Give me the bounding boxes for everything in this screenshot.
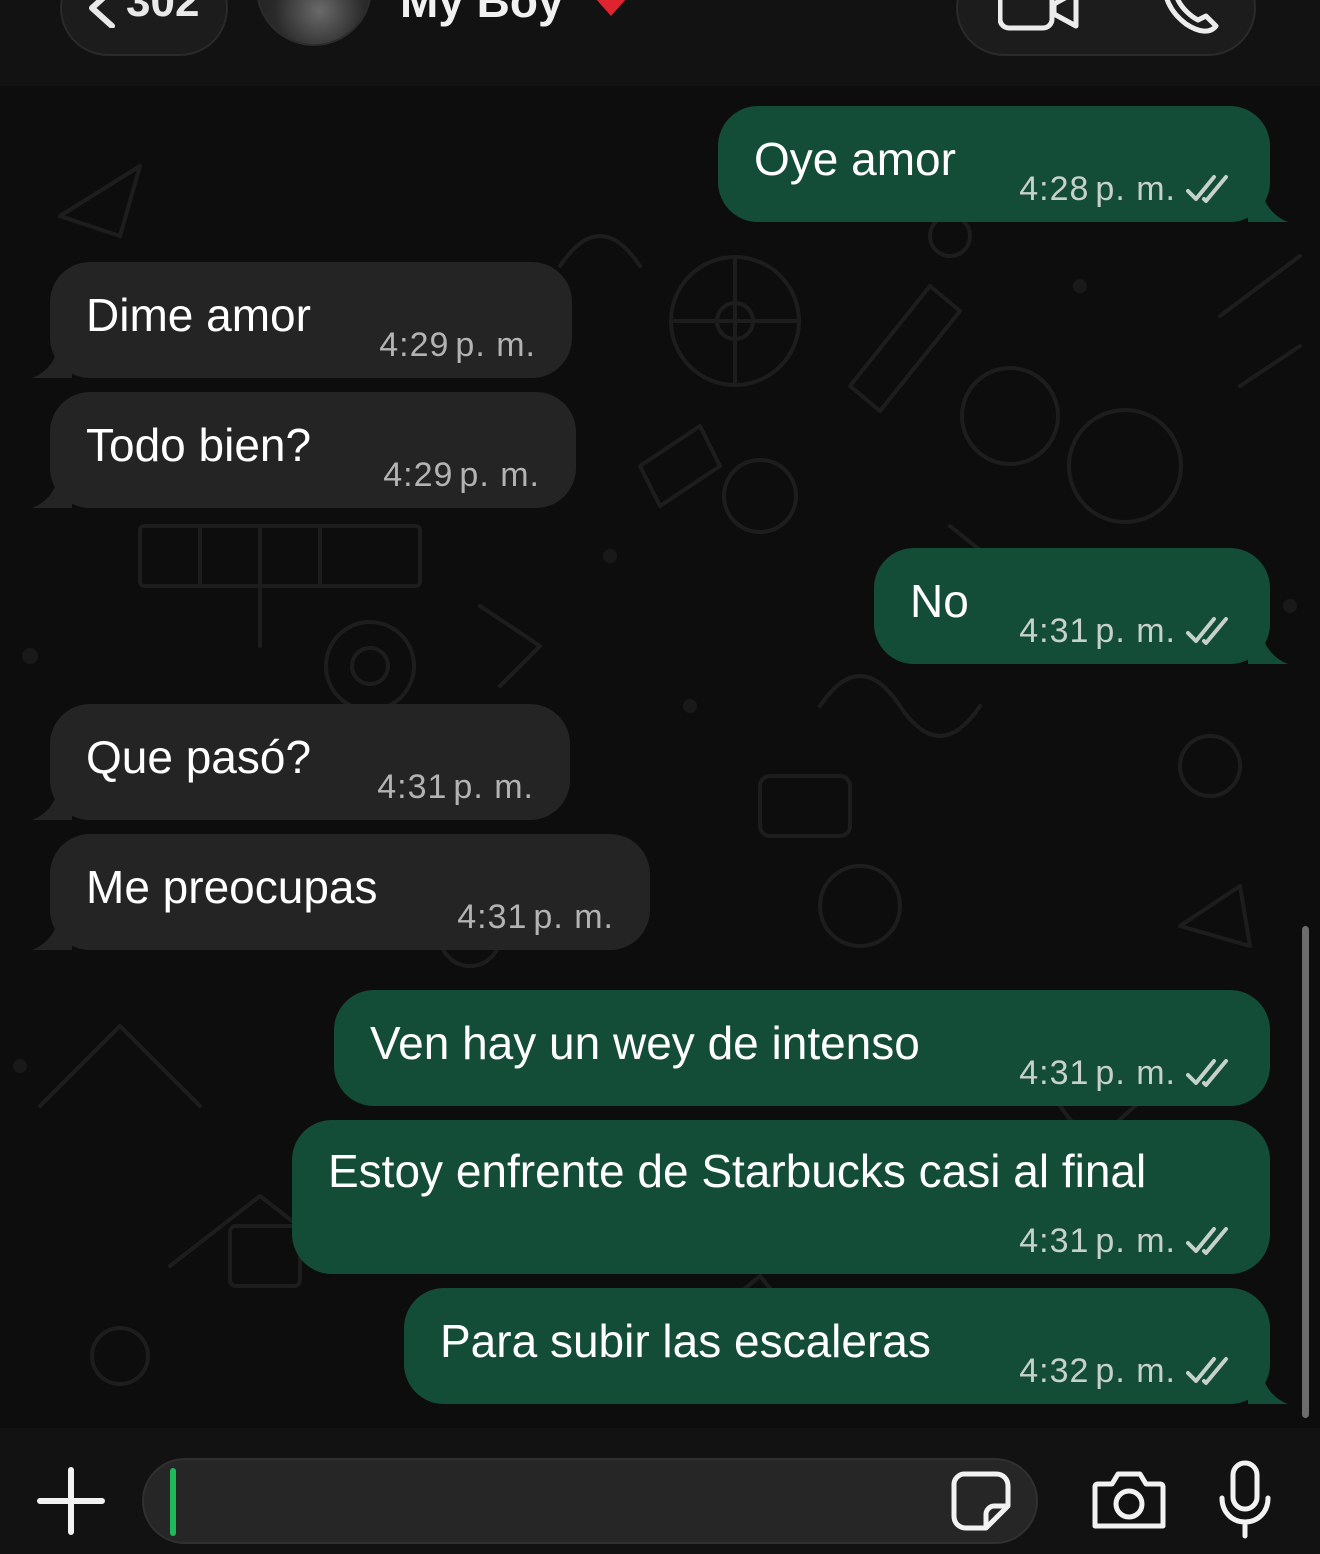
message-outgoing[interactable]: Ven hay un wey de intenso 4:31 p. m. [334, 990, 1270, 1106]
camera-icon[interactable] [1092, 1468, 1166, 1532]
message-text: Me preocupas [86, 861, 378, 913]
message-meta: 4:31 p. m. [377, 770, 534, 804]
message-time: 4:29 [383, 456, 454, 494]
chevron-left-icon [89, 0, 115, 28]
message-ampm: p. m. [1095, 1054, 1176, 1092]
message-ampm: p. m. [533, 898, 614, 936]
avatar[interactable] [256, 0, 372, 46]
message-text: Dime amor [86, 289, 311, 341]
text-caret [170, 1468, 176, 1536]
bubble-tail [1248, 1364, 1288, 1404]
message-text: No [910, 575, 969, 627]
composer-bar [0, 1428, 1320, 1554]
bubble-tail [1248, 182, 1288, 222]
message-time: 4:31 [1019, 612, 1090, 650]
message-time: 4:28 [1019, 170, 1090, 208]
message-ampm: p. m. [459, 456, 540, 494]
message-outgoing[interactable]: Oye amor 4:28 p. m. [718, 106, 1288, 222]
message-time: 4:31 [1019, 1222, 1090, 1260]
bubble-tail [32, 468, 72, 508]
message-meta: 4:31 p. m. [1019, 614, 1234, 648]
message-outgoing[interactable]: No 4:31 p. m. [874, 548, 1288, 664]
scrollbar[interactable] [1302, 926, 1309, 1418]
message-incoming[interactable]: Que pasó? 4:31 p. m. [32, 704, 570, 820]
double-check-icon [1186, 1059, 1228, 1087]
message-meta: 4:31 p. m. [457, 900, 614, 934]
sticker-icon[interactable] [950, 1470, 1012, 1532]
video-call-icon[interactable] [998, 0, 1080, 32]
message-ampm: p. m. [1095, 1222, 1176, 1260]
bubble-tail [32, 910, 72, 950]
unread-count: 302 [126, 0, 200, 26]
message-time: 4:31 [1019, 1054, 1090, 1092]
message-ampm: p. m. [1095, 1352, 1176, 1390]
message-time: 4:31 [377, 768, 448, 806]
double-check-icon [1186, 1357, 1228, 1385]
message-incoming[interactable]: Dime amor 4:29 p. m. [32, 262, 572, 378]
contact-name[interactable]: My Boy [400, 0, 564, 24]
message-meta: 4:31 p. m. [1019, 1056, 1234, 1090]
bubble-tail [32, 780, 72, 820]
call-actions [956, 0, 1256, 56]
back-button[interactable]: 302 [60, 0, 228, 56]
heart-icon [596, 0, 626, 16]
message-text: Para subir las escaleras [440, 1315, 931, 1367]
message-text: Oye amor [754, 133, 956, 185]
chat-header: 302 My Boy [0, 0, 1320, 86]
message-text: Estoy enfrente de Starbucks casi al fina… [328, 1145, 1147, 1197]
bubble-tail [1248, 624, 1288, 664]
message-ampm: p. m. [1095, 612, 1176, 650]
message-meta: 4:28 p. m. [1019, 172, 1234, 206]
message-time: 4:31 [457, 898, 528, 936]
message-incoming[interactable]: Me preocupas 4:31 p. m. [32, 834, 650, 950]
message-time: 4:29 [379, 326, 450, 364]
message-ampm: p. m. [455, 326, 536, 364]
message-text: Todo bien? [86, 419, 312, 471]
message-outgoing[interactable]: Estoy enfrente de Starbucks casi al fina… [292, 1120, 1270, 1274]
phone-icon[interactable] [1158, 0, 1222, 34]
message-incoming[interactable]: Todo bien? 4:29 p. m. [32, 392, 576, 508]
message-outgoing[interactable]: Para subir las escaleras 4:32 p. m. [404, 1288, 1288, 1404]
message-ampm: p. m. [453, 768, 534, 806]
message-text: Que pasó? [86, 731, 312, 783]
message-meta: 4:29 p. m. [383, 458, 540, 492]
message-ampm: p. m. [1095, 170, 1176, 208]
microphone-icon[interactable] [1218, 1460, 1272, 1540]
message-list[interactable]: Oye amor 4:28 p. m. Dime amor 4:29 p. m.… [0, 86, 1320, 1428]
double-check-icon [1186, 175, 1228, 203]
plus-icon[interactable] [36, 1466, 106, 1536]
double-check-icon [1186, 1227, 1228, 1255]
message-text: Ven hay un wey de intenso [370, 1017, 920, 1069]
message-meta: 4:32 p. m. [1019, 1354, 1234, 1388]
message-time: 4:32 [1019, 1352, 1090, 1390]
message-meta: 4:31 p. m. [1019, 1224, 1234, 1258]
message-meta: 4:29 p. m. [379, 328, 536, 362]
bubble-tail [32, 338, 72, 378]
double-check-icon [1186, 617, 1228, 645]
message-input[interactable] [142, 1458, 1038, 1544]
